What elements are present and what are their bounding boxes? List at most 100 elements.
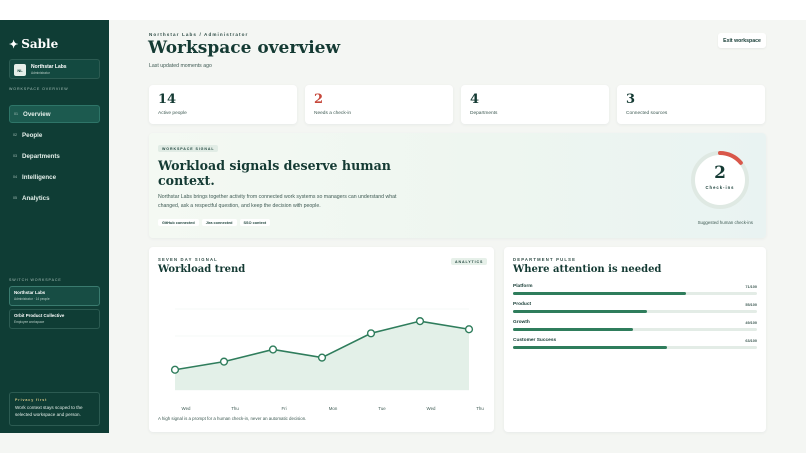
suggested-check-ins-link[interactable]: Suggested human check-ins (689, 220, 753, 225)
sidebar-item-departments[interactable]: 03 Departments (9, 147, 100, 165)
nav-number: 05 (13, 196, 17, 200)
privacy-note: Privacy first Work context stays scoped … (9, 392, 100, 426)
logo-text: Sable (21, 37, 59, 51)
workspace-option-name: Northstar Labs (14, 290, 46, 295)
sidebar-section-label: Workspace overview (9, 87, 69, 91)
department-score: 55/100 (745, 303, 757, 307)
tag-sso: SSO context (239, 219, 271, 226)
data-point[interactable] (366, 329, 376, 338)
nav-label: Analytics (22, 194, 50, 202)
workspace-name: Northstar Labs (31, 64, 67, 70)
tag-jira: Jira connected (201, 219, 237, 226)
stat-card-active-people: 14 Active people (149, 85, 297, 124)
department-row[interactable]: Growth 49/100 (513, 320, 757, 331)
x-tick-label: Wed (182, 406, 192, 411)
department-pulse-card: Department pulse Where attention is need… (504, 247, 766, 432)
stat-card-connected-sources: 3 Connected sources (617, 85, 765, 124)
department-bar-fill (513, 328, 633, 331)
department-score: 63/100 (745, 339, 757, 343)
app-logo[interactable]: ✦ Sable (9, 37, 58, 51)
sidebar-item-intelligence[interactable]: 04 Intelligence (9, 168, 100, 186)
x-tick-label: Thu (476, 406, 484, 411)
workspace-initials-badge: NL (14, 64, 26, 76)
privacy-title: Privacy first (15, 398, 48, 402)
check-in-ring: 2 Check-ins (689, 149, 751, 211)
nav-number: 03 (13, 154, 17, 158)
sidebar-item-overview[interactable]: 01 Overview (9, 105, 100, 123)
data-point[interactable] (268, 345, 278, 354)
stat-value: 3 (626, 92, 636, 107)
department-bar-track (513, 328, 757, 331)
signal-body: Northstar Labs brings together activity … (158, 194, 397, 209)
pulse-kicker: Department pulse (513, 257, 577, 262)
sidebar-item-analytics[interactable]: 05 Analytics (9, 189, 100, 207)
department-bar-track (513, 346, 757, 349)
stat-label: Connected sources (626, 111, 668, 116)
signal-headline: Workload signals deserve human context. (158, 158, 391, 188)
top-bar (0, 0, 806, 20)
main-content: Northstar Labs / Administrator Workspace… (109, 20, 806, 433)
nav-label: Intelligence (22, 173, 57, 181)
department-bar-track (513, 292, 757, 295)
workspace-signal-card: Workspace signal Workload signals deserv… (149, 133, 766, 238)
stat-card-departments: 4 Departments (461, 85, 609, 124)
stat-label: Departments (470, 111, 498, 116)
nav-label: People (22, 131, 43, 139)
sidebar-item-people[interactable]: 02 People (9, 126, 100, 144)
stat-value: 14 (158, 92, 177, 107)
current-workspace-card[interactable]: NL Northstar Labs Administrator (9, 59, 100, 79)
x-tick-label: Fri (281, 406, 286, 411)
workspace-option-northstar[interactable]: Northstar Labs Administrator · 14 people (9, 286, 100, 306)
stat-card-check-in: 2 Needs a check-in (305, 85, 453, 124)
department-bar-fill (513, 310, 648, 313)
data-point[interactable] (170, 365, 180, 374)
tag-github: GitHub connected (158, 219, 199, 226)
department-name: Customer Success (513, 338, 557, 343)
nav-label: Departments (22, 152, 60, 160)
nav-number: 02 (13, 133, 17, 137)
department-name: Platform (513, 284, 533, 289)
workload-line-chart: Wed Thu Fri Mon Tue Wed Thu (170, 308, 484, 411)
ring-label: Check-ins (705, 185, 735, 190)
data-point[interactable] (464, 325, 474, 334)
nav-label: Overview (23, 110, 51, 118)
data-point[interactable] (219, 357, 229, 366)
data-point[interactable] (317, 353, 327, 362)
workload-trend-card: Seven day signal Workload trend Analytic… (149, 247, 494, 432)
page-title: Workspace overview (148, 38, 341, 58)
stat-value: 4 (470, 92, 480, 107)
department-row[interactable]: Product 55/100 (513, 302, 757, 313)
department-name: Growth (513, 320, 530, 325)
department-name: Product (513, 302, 532, 307)
department-row[interactable]: Platform 71/100 (513, 284, 757, 295)
workspace-option-orbit[interactable]: Orbit Product Collective Employee worksp… (9, 309, 100, 329)
x-tick-label: Thu (231, 406, 239, 411)
ring-value: 2 (714, 163, 726, 183)
x-tick-label: Mon (329, 406, 338, 411)
nav-number: 01 (14, 112, 18, 116)
x-tick-label: Wed (427, 406, 437, 411)
workspace-option-name: Orbit Product Collective (14, 313, 65, 318)
department-score: 71/100 (745, 285, 757, 289)
signal-pill: Workspace signal (158, 145, 219, 152)
breadcrumb: Northstar Labs / Administrator (149, 32, 249, 37)
workspace-role: Administrator (31, 71, 50, 75)
workspace-option-detail: Administrator · 14 people (14, 297, 50, 301)
source-tags: GitHub connected Jira connected SSO cont… (158, 219, 271, 226)
stat-label: Active people (158, 111, 187, 116)
nav-number: 04 (13, 175, 17, 179)
sidebar: ✦ Sable NL Northstar Labs Administrator … (0, 20, 109, 433)
workspace-option-detail: Employee workspace (14, 320, 45, 324)
stat-value: 2 (314, 92, 324, 107)
switch-workspace-label: Switch workspace (9, 278, 62, 282)
last-updated: Last updated moments ago (149, 63, 212, 69)
exit-workspace-button[interactable]: Exit workspace (718, 33, 766, 48)
department-bar-fill (513, 346, 667, 349)
department-row[interactable]: Customer Success 63/100 (513, 338, 757, 349)
trend-footnote: A high signal is a prompt for a human ch… (158, 416, 307, 421)
department-bar-track (513, 310, 757, 313)
data-point[interactable] (415, 317, 425, 326)
sparkle-icon: ✦ (9, 37, 19, 51)
x-tick-label: Tue (378, 406, 386, 411)
pulse-title: Where attention is needed (513, 264, 662, 275)
